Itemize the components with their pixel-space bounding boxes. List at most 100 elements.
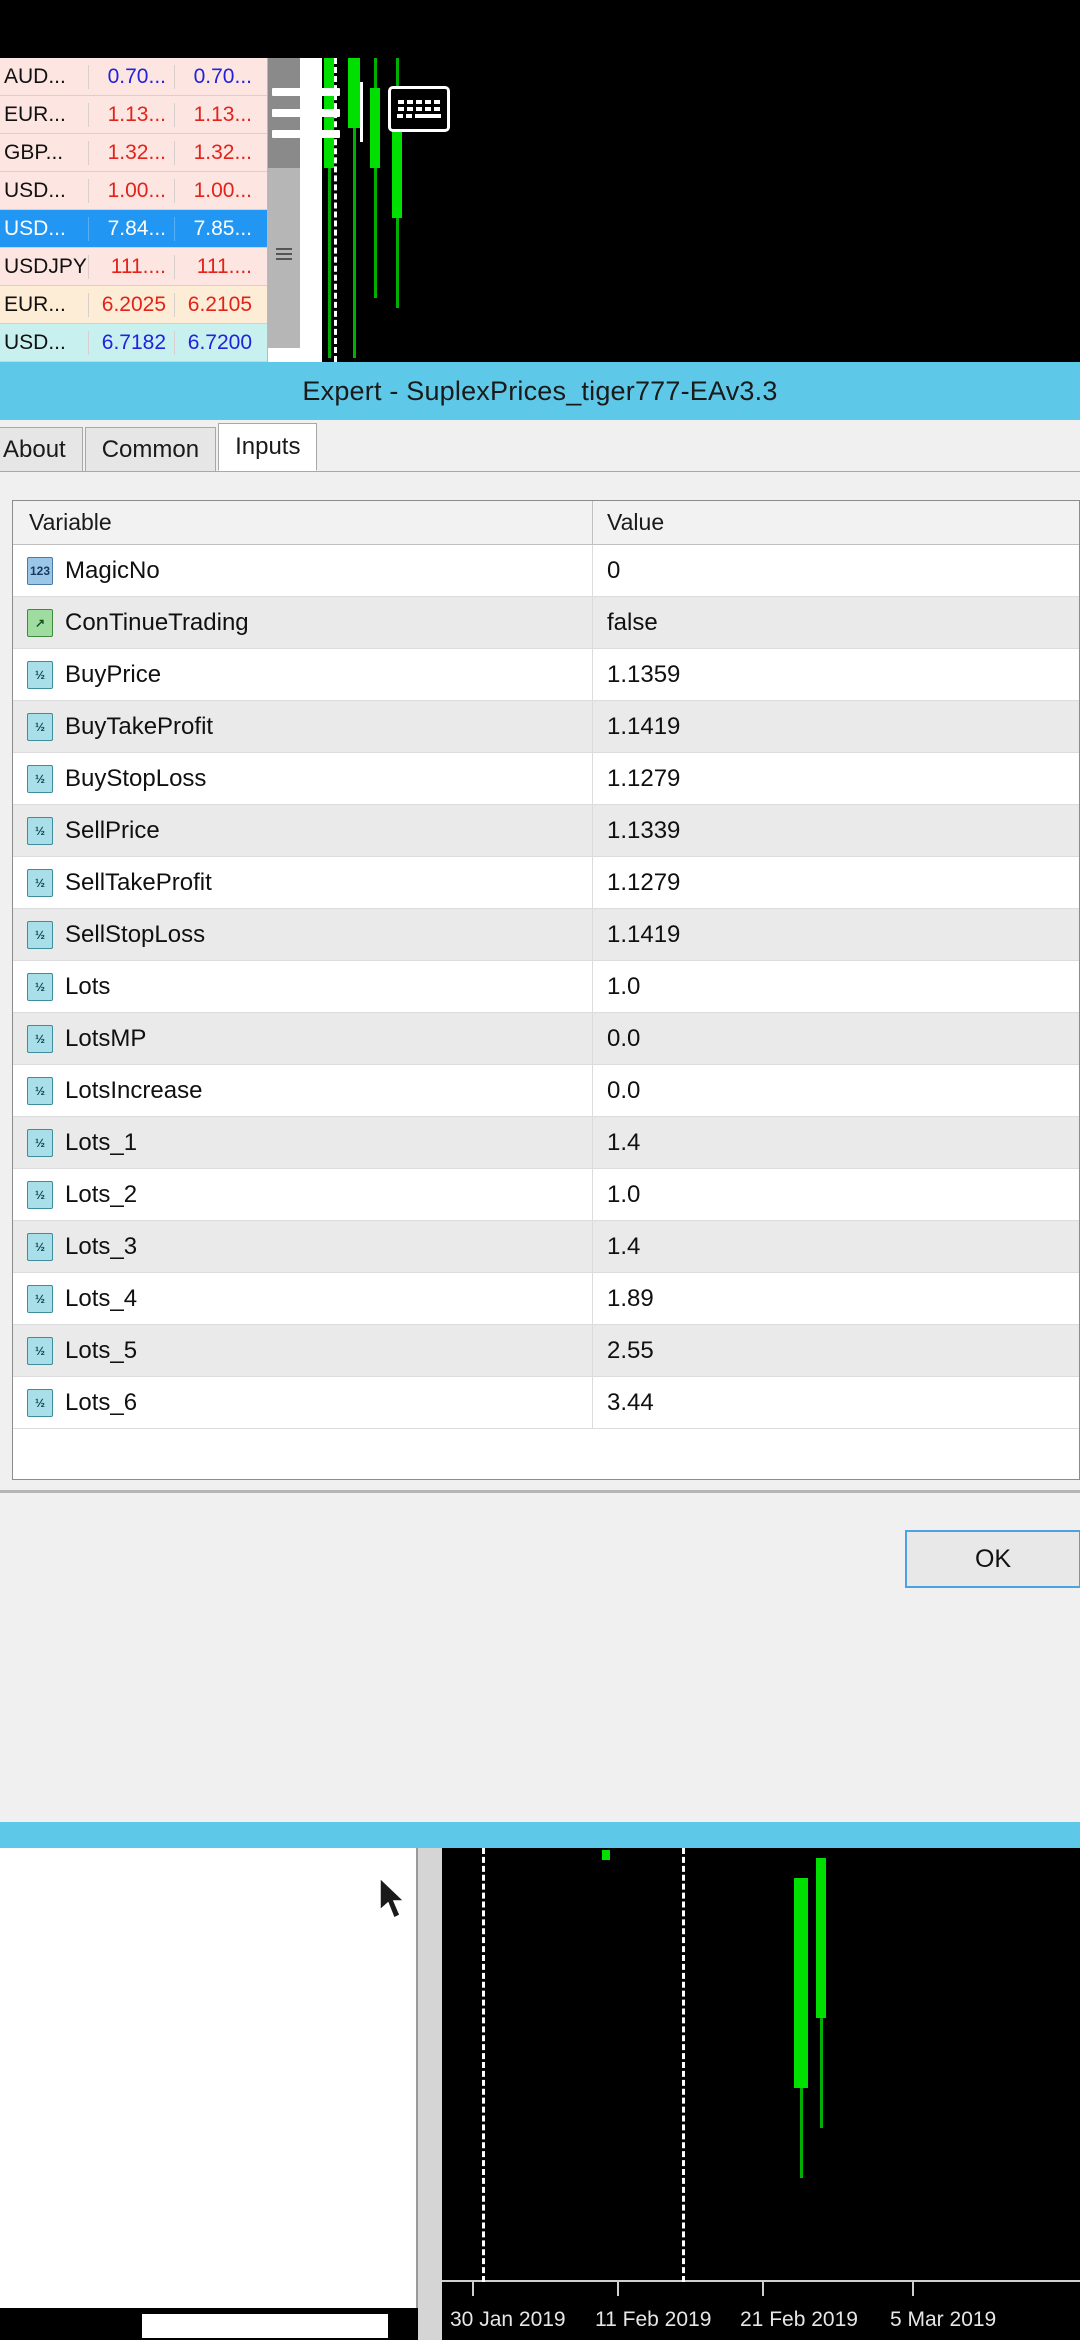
table-row[interactable]: ½Lots_52.55	[13, 1325, 1079, 1377]
variable-name: MagicNo	[65, 557, 160, 585]
variable-value[interactable]: 1.1419	[593, 713, 1079, 741]
symbol-name: USD...	[0, 217, 88, 241]
double-variable-icon: ½	[27, 765, 53, 793]
market-watch-row[interactable]: EUR...6.20256.2105	[0, 286, 267, 324]
double-variable-icon: ½	[27, 1233, 53, 1261]
table-row[interactable]: ½LotsIncrease0.0	[13, 1065, 1079, 1117]
variable-cell: ½BuyTakeProfit	[13, 701, 593, 752]
variable-value[interactable]: 1.1339	[593, 817, 1079, 845]
tab-inputs[interactable]: Inputs	[218, 423, 317, 471]
column-header-variable: Variable	[13, 501, 593, 544]
table-row[interactable]: ½LotsMP0.0	[13, 1013, 1079, 1065]
ask-price: 1.32...	[174, 141, 260, 165]
variable-value[interactable]: 3.44	[593, 1389, 1079, 1417]
variable-name: BuyTakeProfit	[65, 713, 213, 741]
axis-tick	[762, 2280, 764, 2296]
variable-value[interactable]: 0	[593, 557, 1079, 585]
tab-about[interactable]: About	[0, 427, 83, 471]
variable-value[interactable]: 1.1419	[593, 921, 1079, 949]
market-watch-row[interactable]: USD...6.71826.7200	[0, 324, 267, 362]
inputs-grid[interactable]: Variable Value 123MagicNo0↗ConTinueTradi…	[12, 500, 1080, 1480]
market-watch-row[interactable]: EUR...1.13...1.13...	[0, 96, 267, 134]
variable-cell: ½SellPrice	[13, 805, 593, 856]
table-row[interactable]: ½SellTakeProfit1.1279	[13, 857, 1079, 909]
market-watch-row[interactable]: GBP...1.32...1.32...	[0, 134, 267, 172]
variable-value[interactable]: 1.1279	[593, 765, 1079, 793]
ask-price: 6.2105	[174, 293, 260, 317]
table-row[interactable]: ½SellStopLoss1.1419	[13, 909, 1079, 961]
variable-name: LotsMP	[65, 1025, 146, 1053]
market-watch-row[interactable]: USDJPY111....111....	[0, 248, 267, 286]
candlestick	[348, 58, 360, 128]
variable-value[interactable]: 1.4	[593, 1129, 1079, 1157]
table-row[interactable]: ↗ ConTinueTrading false	[13, 597, 1079, 649]
variable-value[interactable]: 1.4	[593, 1233, 1079, 1261]
axis-tick-label: 21 Feb 2019	[740, 2308, 858, 2332]
toolbar-divider	[360, 82, 363, 142]
variable-cell: ½BuyPrice	[13, 649, 593, 700]
hamburger-menu-icon[interactable]	[272, 82, 340, 144]
variable-cell: ½SellTakeProfit	[13, 857, 593, 908]
table-row[interactable]: ½Lots1.0	[13, 961, 1079, 1013]
double-variable-icon: ½	[27, 1389, 53, 1417]
bid-price: 0.70...	[88, 65, 174, 89]
table-row[interactable]: ½Lots_41.89	[13, 1273, 1079, 1325]
axis-tick	[912, 2280, 914, 2296]
bid-price: 7.84...	[88, 217, 174, 241]
variable-value[interactable]: false	[593, 609, 1079, 637]
variable-value[interactable]: 0.0	[593, 1077, 1079, 1105]
ok-button[interactable]: OK	[905, 1530, 1080, 1588]
keyboard-icon[interactable]	[388, 86, 450, 132]
variable-cell: ½ Lots_3	[13, 1221, 593, 1272]
dialog-title-text: Expert - SuplexPrices_tiger777-EAv3.3	[302, 376, 777, 407]
variable-value[interactable]: 1.0	[593, 973, 1079, 1001]
table-row[interactable]: ½SellPrice1.1339	[13, 805, 1079, 857]
market-watch-row[interactable]: USD...7.84...7.85...	[0, 210, 267, 248]
double-variable-icon: ½	[27, 1129, 53, 1157]
tab-common[interactable]: Common	[85, 427, 216, 471]
variable-value[interactable]: 2.55	[593, 1337, 1079, 1365]
table-row[interactable]: ½BuyStopLoss1.1279	[13, 753, 1079, 805]
table-row[interactable]: ½BuyPrice1.1359	[13, 649, 1079, 701]
variable-value[interactable]: 1.89	[593, 1285, 1079, 1313]
table-row[interactable]: ½ Lots_2 1.0	[13, 1169, 1079, 1221]
variable-value[interactable]: 1.1359	[593, 661, 1079, 689]
boolean-variable-icon: ↗	[27, 609, 53, 637]
variable-cell: ½Lots_4	[13, 1273, 593, 1324]
market-watch-row[interactable]: AUD...0.70...0.70...	[0, 58, 267, 96]
table-row[interactable]: ½ Lots_3 1.4	[13, 1221, 1079, 1273]
axis-tick-label: 5 Mar 2019	[890, 2308, 996, 2332]
variable-cell: ↗ ConTinueTrading	[13, 597, 593, 648]
variable-name: Lots_4	[65, 1285, 137, 1313]
market-watch-row[interactable]: USD...1.00...1.00...	[0, 172, 267, 210]
bid-price: 1.13...	[88, 103, 174, 127]
table-row[interactable]: ½Lots_63.44	[13, 1377, 1079, 1429]
candlestick	[816, 1858, 826, 2018]
variable-cell: ½LotsMP	[13, 1013, 593, 1064]
scrollbar-grip-icon	[276, 248, 292, 260]
main-price-chart[interactable]: 30 Jan 201911 Feb 201921 Feb 20195 Mar 2…	[442, 1848, 1080, 2340]
candlestick	[392, 118, 402, 218]
double-variable-icon: ½	[27, 1337, 53, 1365]
double-variable-icon: ½	[27, 1181, 53, 1209]
market-watch-panel[interactable]: AUD...0.70...0.70...EUR...1.13...1.13...…	[0, 58, 268, 362]
variable-name: Lots_2	[65, 1181, 137, 1209]
ask-price: 7.85...	[174, 217, 260, 241]
variable-value[interactable]: 1.0	[593, 1181, 1079, 1209]
table-row[interactable]: ½BuyTakeProfit1.1419	[13, 701, 1079, 753]
variable-cell: ½Lots	[13, 961, 593, 1012]
bid-price: 1.32...	[88, 141, 174, 165]
dialog-tab-strip[interactable]: AboutCommonInputs	[0, 420, 1080, 472]
lower-left-pane[interactable]	[0, 1848, 418, 2308]
variable-name: ConTinueTrading	[65, 609, 249, 637]
integer-variable-icon: 123	[27, 557, 53, 585]
double-variable-icon: ½	[27, 973, 53, 1001]
axis-tick	[472, 2280, 474, 2296]
dialog-title-bar: Expert - SuplexPrices_tiger777-EAv3.3	[0, 362, 1080, 420]
variable-cell: ½ Lots_2	[13, 1169, 593, 1220]
variable-value[interactable]: 1.1279	[593, 869, 1079, 897]
variable-value[interactable]: 0.0	[593, 1025, 1079, 1053]
variable-name: Lots_3	[65, 1233, 137, 1261]
table-row[interactable]: 123 MagicNo 0	[13, 545, 1079, 597]
table-row[interactable]: ½Lots_11.4	[13, 1117, 1079, 1169]
